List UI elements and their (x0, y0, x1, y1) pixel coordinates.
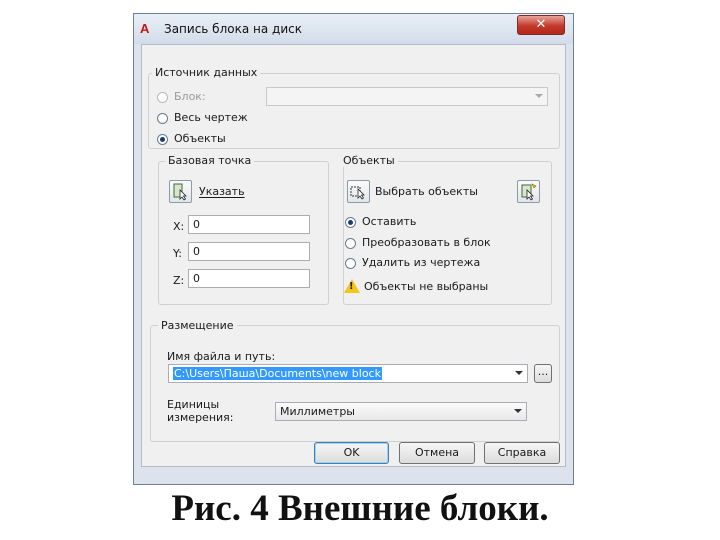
autocad-app-icon: A (140, 21, 150, 36)
chevron-down-icon (514, 409, 522, 413)
base-point-group-label: Базовая точка (165, 154, 255, 167)
select-objects-icon (350, 186, 365, 200)
chevron-down-icon (535, 94, 543, 98)
radio-whole-drawing[interactable] (157, 113, 168, 124)
z-input[interactable]: 0 (188, 269, 310, 288)
destination-group (150, 325, 560, 442)
radio-block[interactable] (157, 92, 168, 103)
figure-caption: Рис. 4 Внешние блоки. (171, 488, 549, 529)
source-group-label: Источник данных (152, 66, 261, 79)
destination-group-label: Размещение (158, 319, 237, 332)
objects-group-label: Объекты (340, 154, 398, 167)
x-input[interactable]: 0 (188, 215, 310, 234)
pick-point-label[interactable]: Указать (199, 185, 245, 198)
radio-delete-label: Удалить из чертежа (362, 256, 481, 269)
quick-select-icon (521, 183, 537, 201)
warning-icon: ! (344, 279, 360, 293)
radio-convert-to-block[interactable] (345, 238, 356, 249)
help-button[interactable]: Справка (484, 442, 560, 464)
radio-retain-label: Оставить (362, 215, 417, 228)
pick-point-icon (173, 183, 187, 201)
radio-delete[interactable] (345, 258, 356, 269)
cancel-button[interactable]: Отмена (399, 442, 475, 464)
radio-objects[interactable] (157, 134, 168, 145)
radio-block-label: Блок: (174, 90, 206, 103)
chevron-down-icon (515, 371, 523, 375)
y-input[interactable]: 0 (188, 242, 310, 261)
browse-button[interactable]: ... (534, 364, 552, 383)
select-objects-button[interactable] (347, 180, 370, 203)
file-path-combo[interactable]: C:\Users\Паша\Documents\new block (168, 364, 528, 383)
close-button[interactable]: ✕ (517, 15, 565, 35)
window-title: Запись блока на диск (164, 22, 302, 36)
units-label-line2: измерения: (167, 411, 234, 424)
radio-whole-drawing-label: Весь чертеж (174, 111, 248, 124)
ok-button[interactable]: OK (314, 442, 389, 464)
pick-point-button[interactable] (169, 180, 192, 203)
radio-objects-label: Объекты (174, 132, 226, 145)
radio-retain[interactable] (345, 217, 356, 228)
quick-select-button[interactable] (517, 180, 540, 203)
z-label: Z: (173, 274, 185, 287)
radio-convert-to-block-label: Преобразовать в блок (362, 236, 491, 249)
x-label: X: (173, 220, 185, 233)
units-select[interactable]: Миллиметры (275, 402, 527, 421)
file-path-value: C:\Users\Паша\Documents\new block (173, 367, 382, 380)
units-value: Миллиметры (280, 405, 355, 418)
file-path-label: Имя файла и путь: (167, 350, 276, 363)
dialog-body: Источник данных Блок: Весь чертеж Объект… (141, 44, 566, 467)
warning-text: Объекты не выбраны (364, 280, 489, 293)
block-select[interactable] (266, 87, 548, 106)
select-objects-label[interactable]: Выбрать объекты (375, 185, 478, 198)
y-label: Y: (173, 247, 182, 260)
title-bar[interactable]: A Запись блока на диск ✕ (134, 14, 573, 44)
write-block-dialog: A Запись блока на диск ✕ Источник данных… (133, 13, 574, 485)
units-label-line1: Единицы (167, 398, 220, 411)
